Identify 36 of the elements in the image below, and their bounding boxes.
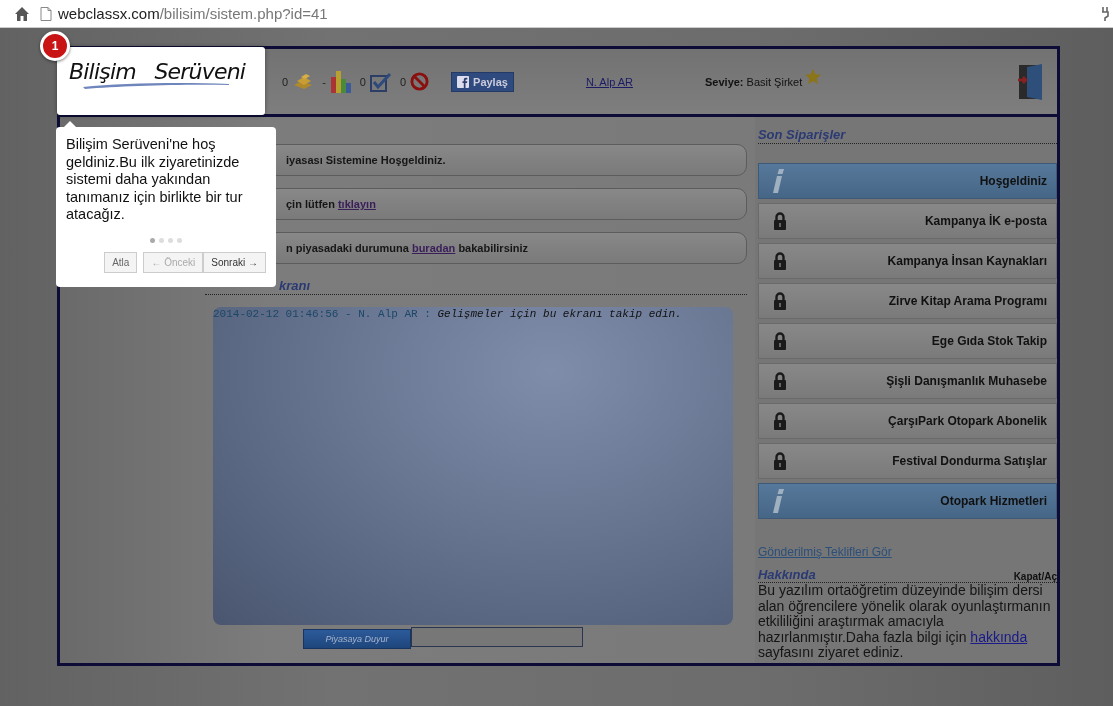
order-item[interactable]: Şişli Danışmanlık Muhasebe xyxy=(757,363,1057,399)
counter-text: 0 xyxy=(282,75,289,88)
tour-button[interactable]: Sonraki → xyxy=(203,251,266,273)
counter-text: 0 xyxy=(399,75,407,88)
level-text: Seviye: Basit Şirket xyxy=(705,75,803,88)
url-text: webclassx.com/bilisim/sistem.php?id=41 xyxy=(58,5,328,22)
message-text: n piyasadaki durumuna buradan bakabilirsiniz xyxy=(286,242,529,254)
order-item[interactable]: Kampanya İnsan Kaynakları xyxy=(757,243,1057,279)
link[interactable]: hakkında xyxy=(970,628,1028,645)
counter-text: 0 xyxy=(359,75,366,88)
section-title: Hakkında xyxy=(757,567,816,582)
section-title: kranı xyxy=(279,278,311,293)
about-text: Bu yazılım ortaöğretim düzeyinde bilişim dersi alan öğrencilere yönelik olarak oyunlaştırmanın etkililiğini araştırmak amacıyla hazırlanmıştır.Daha fazla bilgi için hakkında sayfasını ziyaret ediniz. xyxy=(757,583,1052,661)
log-entry: 2014-02-12 01:46:56 - N. Alp AR : Gelişmeler için bu ekranı takip edin. xyxy=(213,308,683,320)
message-text: çin lütfen tıklayın xyxy=(286,198,376,210)
order-item[interactable]: Festival Dondurma Satışlar xyxy=(757,443,1057,479)
link[interactable]: tıklayın xyxy=(337,198,376,210)
tour-button[interactable]: Atla xyxy=(104,251,138,273)
announce-button[interactable]: Piyasaya Duyur xyxy=(303,629,411,649)
step-badge: 1 xyxy=(40,31,70,61)
user-link[interactable]: N. Alp AR xyxy=(585,75,633,88)
counter-text: - xyxy=(322,75,326,88)
logo-text: Bilişim Serüveni xyxy=(69,59,246,84)
order-item[interactable]: Hoşgeldiniz xyxy=(757,163,1057,199)
address-bar[interactable]: webclassx.com/bilisim/sistem.php?id=41 xyxy=(40,1,1101,26)
message-text: iyasası Sistemine Hoşgeldiniz. xyxy=(286,154,446,166)
order-item[interactable]: Zirve Kitap Arama Programı xyxy=(757,283,1057,319)
tour-text: Bilişim Serüveni'ne hoş geldiniz.Bu ilk ziyaretinizde sistemi daha yakından tanımanız için birlikte bir tur atacağız. xyxy=(66,136,244,224)
share-button[interactable]: Paylaş xyxy=(451,71,514,92)
order-item[interactable]: Otopark Hizmetleri xyxy=(757,483,1057,519)
section-title: Son Siparişler xyxy=(757,127,846,142)
order-item[interactable]: Ege Gıda Stok Takip xyxy=(757,323,1057,359)
order-item[interactable]: Kampanya İK e-posta xyxy=(757,203,1057,239)
toggle-link[interactable]: Kapat/Aç xyxy=(1013,571,1057,582)
order-item[interactable]: ÇarşıPark Otopark Abonelik xyxy=(757,403,1057,439)
link[interactable]: buradan xyxy=(411,242,456,254)
